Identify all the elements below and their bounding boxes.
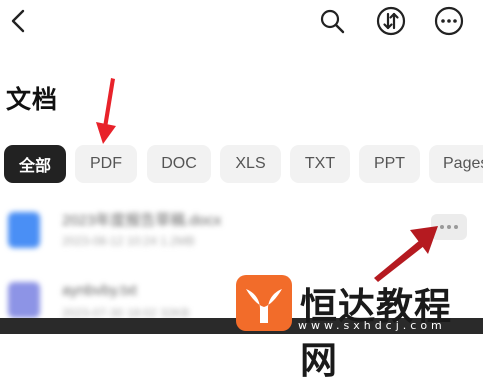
filter-chip-all[interactable]: 全部 [4,145,66,183]
back-button[interactable] [4,6,34,36]
chevron-left-icon [11,9,25,33]
dot-icon [454,225,458,229]
more-horizontal-icon [434,6,464,36]
doc-file-icon [8,212,40,248]
filter-chip-pages[interactable]: Pages [429,145,483,183]
annotation-arrow-more [374,226,438,282]
whale-tail-icon [246,289,282,323]
filter-chip-pdf[interactable]: PDF [75,145,137,183]
file-name: 2023年度报告草稿.docx [62,212,222,229]
filter-chip-xls[interactable]: XLS [220,145,281,183]
page-title: 文档 [6,86,59,114]
filter-chip-txt[interactable]: TXT [290,145,350,183]
file-meta: 2023-08-12 10:24 1.2MB [62,234,195,248]
sort-arrows-icon [376,6,406,36]
file-name: aynbvby.txt [62,282,137,299]
dot-icon [447,225,451,229]
more-button[interactable] [432,4,466,38]
filter-chip-ppt[interactable]: PPT [359,145,420,183]
search-button[interactable] [316,6,348,38]
filter-chip-doc[interactable]: DOC [147,145,211,183]
txt-file-icon [8,282,40,318]
sort-button[interactable] [374,4,408,38]
search-icon [320,9,345,34]
watermark-url: www.sxhdcj.com [298,319,446,332]
annotation-arrow-pdf [96,78,116,144]
watermark-logo [236,275,292,331]
